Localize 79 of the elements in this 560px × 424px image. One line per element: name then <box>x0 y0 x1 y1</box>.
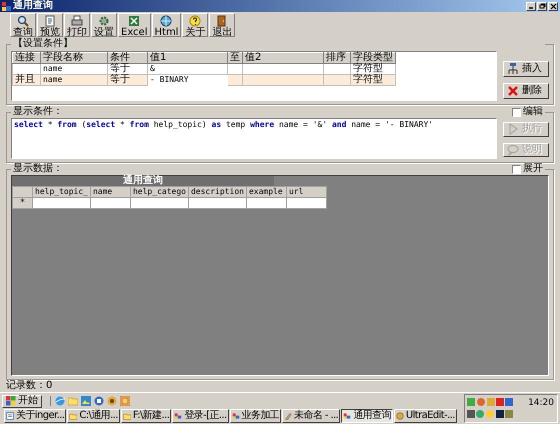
start-button[interactable]: 开始 <box>2 394 42 408</box>
app-icon <box>343 412 352 420</box>
toolbar-button[interactable]: 设置 <box>91 13 117 37</box>
group-title: 显示数据： <box>13 164 63 174</box>
door-icon <box>216 15 228 27</box>
toolbar-button[interactable]: 预览 <box>37 13 63 37</box>
app-icon <box>2 2 11 10</box>
row-marker: * <box>12 198 32 208</box>
tray-icons-drawing <box>466 396 514 420</box>
delete-icon <box>507 85 519 97</box>
badge-icon[interactable] <box>107 396 117 406</box>
app-icon <box>232 412 240 420</box>
clock: 14:20 <box>528 397 554 409</box>
column-header: help_catego <box>130 186 188 198</box>
column-header: 至 <box>228 52 242 64</box>
globe-icon <box>160 15 172 27</box>
taskbar-button[interactable]: C:\通用... <box>67 409 120 423</box>
sql-text-area[interactable]: select* from (select *from help_topic) as temp where name = '&' and name = '- BINARY' <box>11 118 497 159</box>
table-cell: 并且 <box>12 74 40 86</box>
column-header: url <box>286 186 326 198</box>
taskbar-button[interactable]: 关于inger... <box>4 409 66 423</box>
page-icon <box>44 15 56 27</box>
paint-icon <box>284 412 292 420</box>
column-header: 值1 <box>148 52 228 64</box>
taskbar-button[interactable]: 未命名 - ... <box>282 409 340 423</box>
taskbar-button[interactable]: 业务加工 <box>230 409 282 423</box>
taskbar-button[interactable]: UltraEdit-... <box>394 409 457 423</box>
taskbar-button[interactable]: 登录-[正... <box>172 409 229 423</box>
checkbox[interactable]: 展开 <box>512 164 543 174</box>
windows-logo-icon[interactable] <box>6 396 16 406</box>
toolbar-button[interactable]: 关于 <box>182 13 208 37</box>
column-header: 值2 <box>242 52 324 64</box>
toolbar-button[interactable]: 查询 <box>10 13 36 37</box>
folder-icon <box>122 412 131 420</box>
browser-icon[interactable] <box>55 396 65 406</box>
checkbox[interactable]: 编辑 <box>512 107 543 117</box>
value-input-field[interactable]: - BINARY <box>148 74 228 86</box>
toolbar-button[interactable]: 打印 <box>64 13 90 37</box>
grid-caption: 通用查询 <box>12 176 274 186</box>
question-icon <box>189 15 202 27</box>
toolbar-button[interactable]: Html <box>152 13 182 37</box>
minimize-button[interactable] <box>526 2 536 10</box>
picture-icon[interactable] <box>81 396 91 406</box>
app-icon <box>174 412 182 420</box>
spreadsheet-icon <box>128 15 140 27</box>
table-cell: 字符型 <box>350 74 396 86</box>
insert-button[interactable]: 插入 <box>503 61 549 77</box>
column-header: 字段名称 <box>40 52 108 64</box>
document-icon <box>6 412 14 420</box>
column-header: 字段类型 <box>350 52 396 64</box>
column-header: help_topic_ <box>32 186 90 198</box>
column-header: name <box>90 186 130 198</box>
restore-button[interactable] <box>537 2 547 10</box>
column-header: example <box>246 186 286 198</box>
table-cell: name <box>40 74 108 86</box>
column-header: description <box>188 186 246 198</box>
sql-statement: select* from (select *from help_topic) as temp where name = '&' and name = '- BINARY' <box>13 119 434 131</box>
play-icon <box>507 123 519 136</box>
record-count: 记录数：0 <box>5 380 54 392</box>
taskbar-button[interactable]: F:\新建... <box>120 409 172 423</box>
column-header: 连接 <box>12 52 40 64</box>
delete-button[interactable]: 删除 <box>503 83 549 99</box>
table-cell: 等于 <box>108 74 148 86</box>
speech-bubble-icon <box>507 144 519 156</box>
close-button[interactable] <box>548 2 558 10</box>
column-header: 条件 <box>108 52 148 64</box>
column-header: 排序 <box>324 52 350 64</box>
toolbar-button[interactable]: Excel <box>118 13 150 37</box>
search-icon <box>17 15 29 27</box>
close-icon <box>550 2 556 10</box>
group-title: 【设置条件】 <box>13 38 73 49</box>
toolbar-button[interactable]: 退出 <box>209 13 236 37</box>
taskbar-button[interactable]: 通用查询 <box>341 409 393 423</box>
gear-icon <box>98 15 110 27</box>
media-icon[interactable] <box>94 396 104 406</box>
printer-icon <box>71 15 83 27</box>
restore-icon <box>538 2 546 10</box>
insert-icon <box>507 63 519 75</box>
group-title: 显示条件： <box>13 107 63 117</box>
